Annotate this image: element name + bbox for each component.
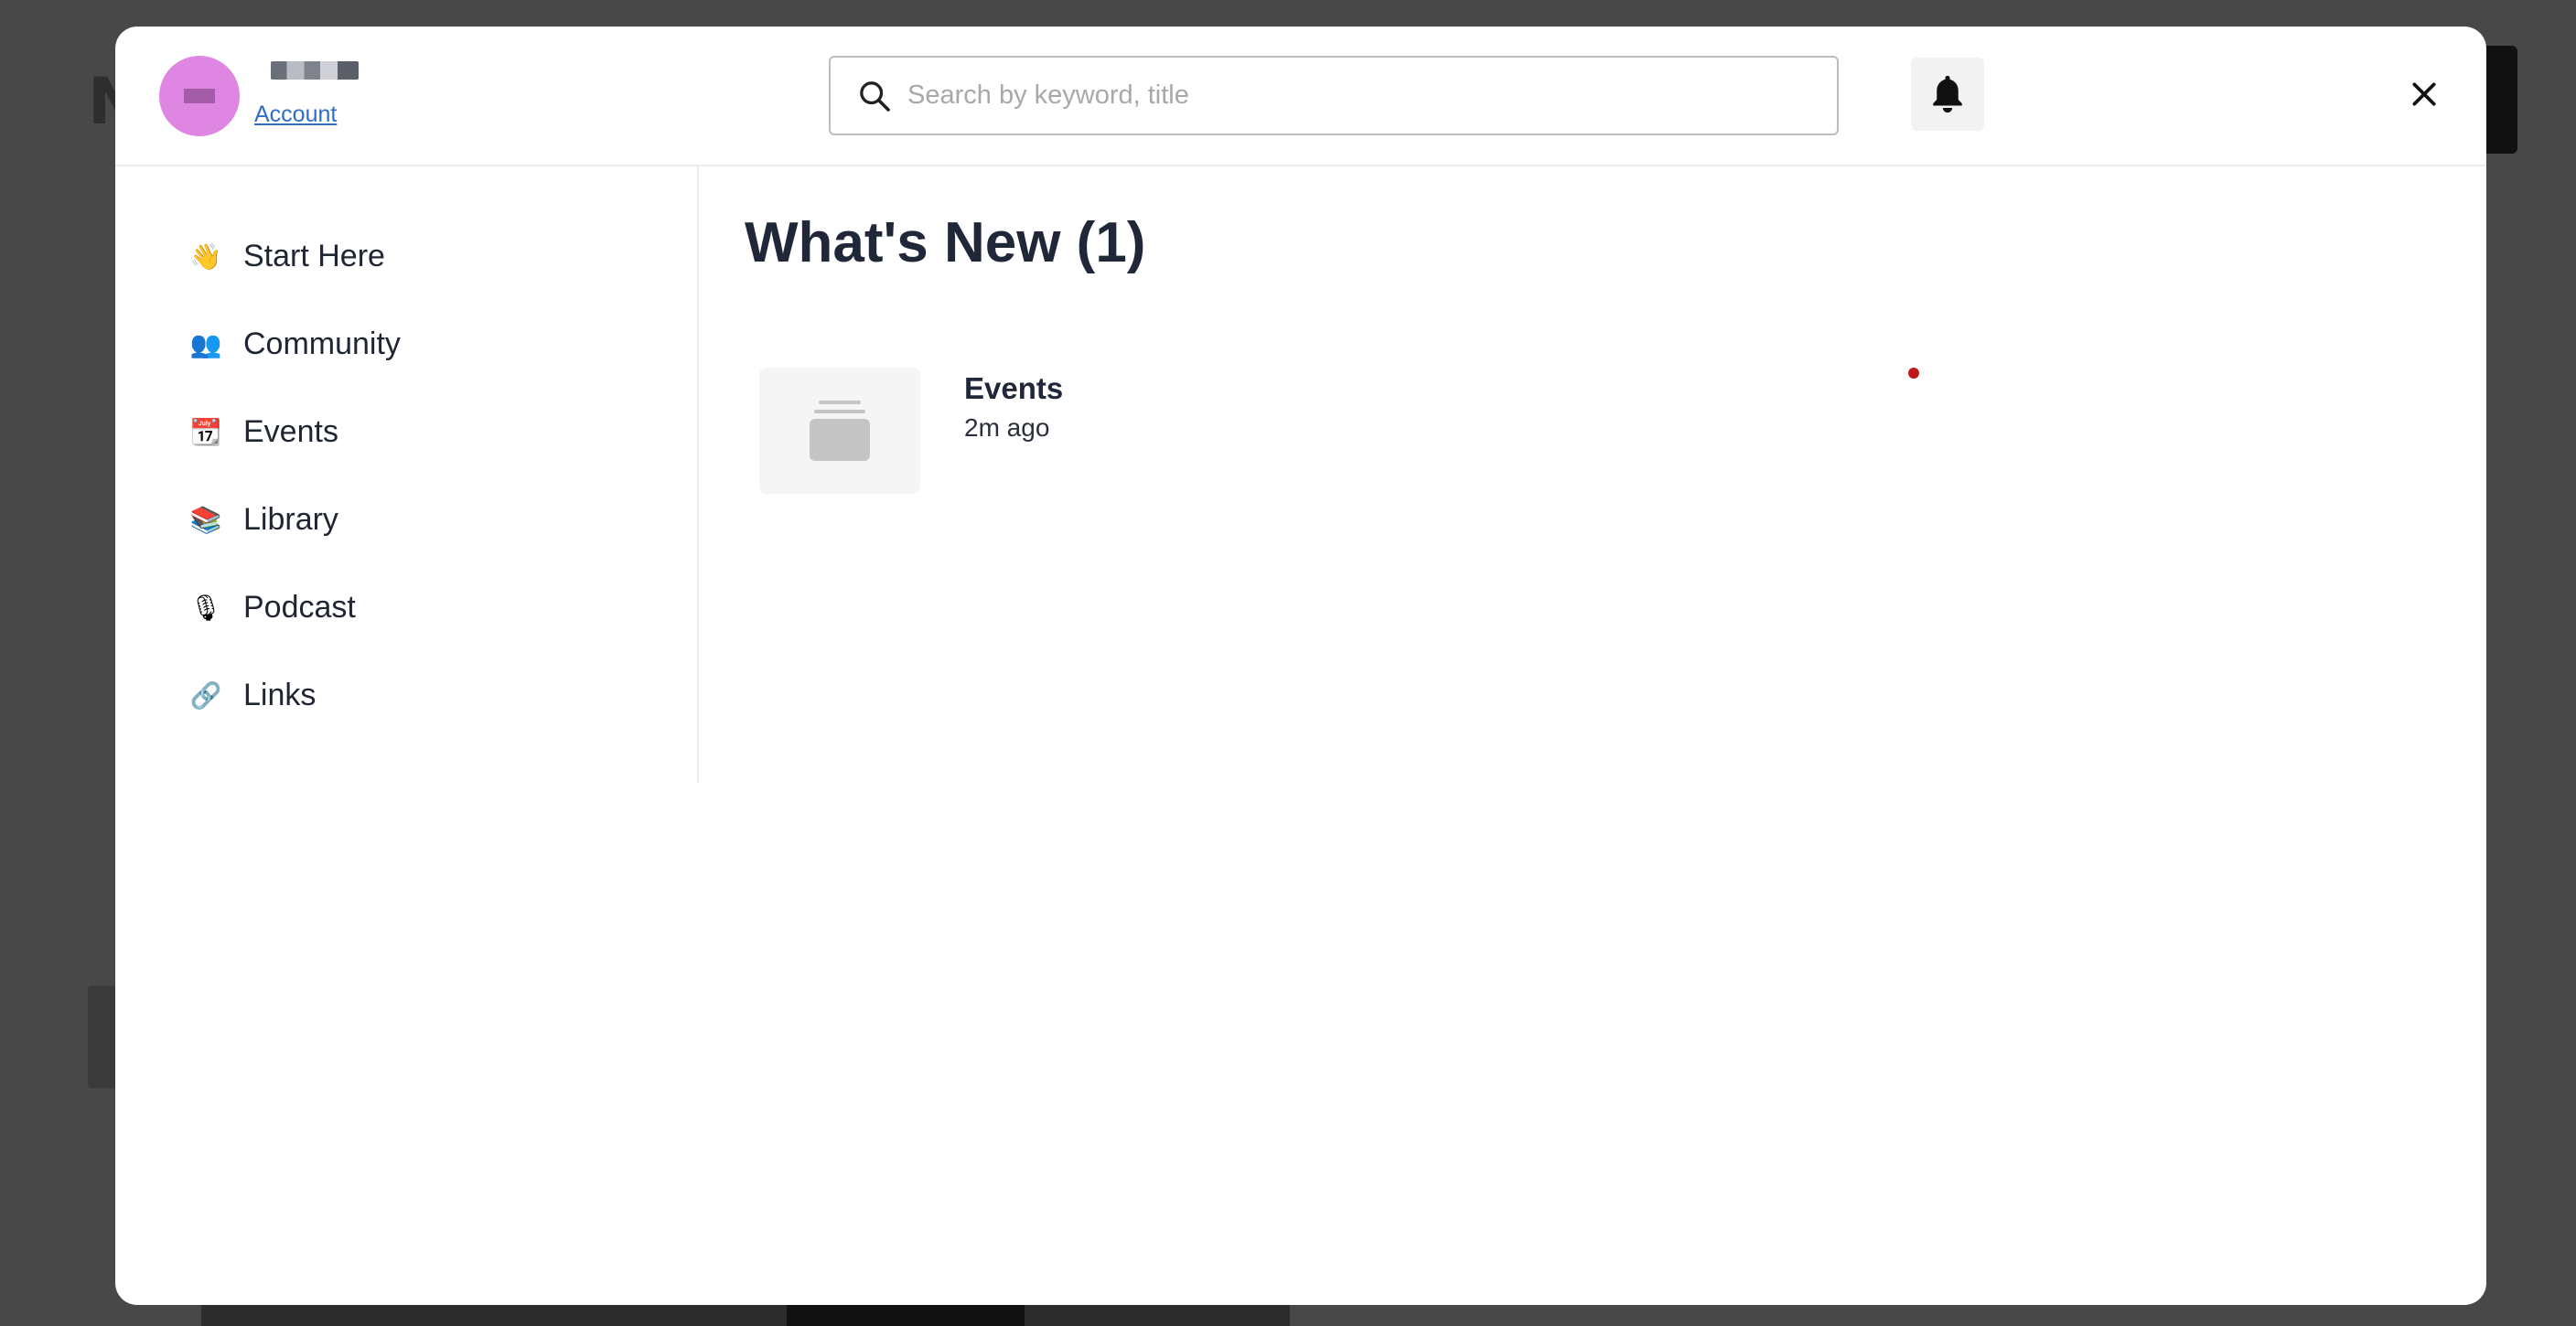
- link-icon: 🔗: [189, 679, 222, 711]
- sidebar-item-label: Podcast: [243, 589, 356, 625]
- close-button[interactable]: [2399, 69, 2450, 120]
- sidebar-item-start-here[interactable]: 👋 Start Here: [190, 212, 401, 300]
- item-timestamp: 2m ago: [964, 413, 1050, 442]
- sidebar-item-events[interactable]: 📆 Events: [190, 388, 401, 476]
- close-icon: [2412, 82, 2436, 106]
- page-title: What's New (1): [745, 211, 1146, 274]
- people-icon: 👥: [189, 328, 222, 359]
- sidebar-nav: 👋 Start Here 👥 Community 📆 Events 📚 Libr…: [189, 212, 401, 739]
- microphone-icon: 🎙: [189, 592, 222, 623]
- sidebar-item-label: Library: [243, 501, 338, 537]
- user-name-redacted: [271, 61, 359, 80]
- avatar[interactable]: [159, 56, 240, 136]
- whats-new-panel: What's New (1) Events 2m ago: [701, 166, 2486, 783]
- sidebar-item-library[interactable]: 📚 Library: [190, 476, 401, 563]
- sidebar-item-label: Links: [243, 677, 317, 712]
- avatar-initials: [184, 89, 215, 103]
- item-title: Events: [964, 371, 1064, 405]
- calendar-icon: 📆: [189, 416, 222, 447]
- sidebar-item-podcast[interactable]: 🎙 Podcast: [189, 563, 401, 651]
- account-link[interactable]: Account: [254, 102, 337, 128]
- sidebar-item-label: Start Here: [243, 238, 385, 273]
- search-input[interactable]: [907, 68, 1837, 123]
- sidebar-item-label: Community: [243, 326, 401, 361]
- thumbnail: [759, 368, 920, 494]
- sidebar-item-label: Events: [243, 413, 338, 449]
- modal-header: Account: [115, 27, 2486, 166]
- list-item[interactable]: Events 2m ago: [759, 368, 2040, 496]
- sidebar-item-community[interactable]: 👥 Community: [190, 300, 401, 388]
- waving-hand-icon: 👋: [189, 241, 222, 272]
- navigation-modal: Account 👋 Start Here: [115, 27, 2486, 1305]
- background-strip-dark: [787, 1304, 1025, 1326]
- unread-indicator: [1908, 368, 1919, 379]
- bell-icon: [1933, 75, 1962, 113]
- books-icon: 📚: [189, 504, 222, 535]
- notifications-button[interactable]: [1911, 58, 1984, 131]
- background-strip: [201, 1304, 1290, 1326]
- placeholder-image-icon: [810, 401, 870, 461]
- sidebar: 👋 Start Here 👥 Community 📆 Events 📚 Libr…: [115, 166, 699, 783]
- sidebar-item-links[interactable]: 🔗 Links: [190, 651, 401, 739]
- search-box[interactable]: [829, 56, 1839, 135]
- search-icon: [860, 80, 890, 112]
